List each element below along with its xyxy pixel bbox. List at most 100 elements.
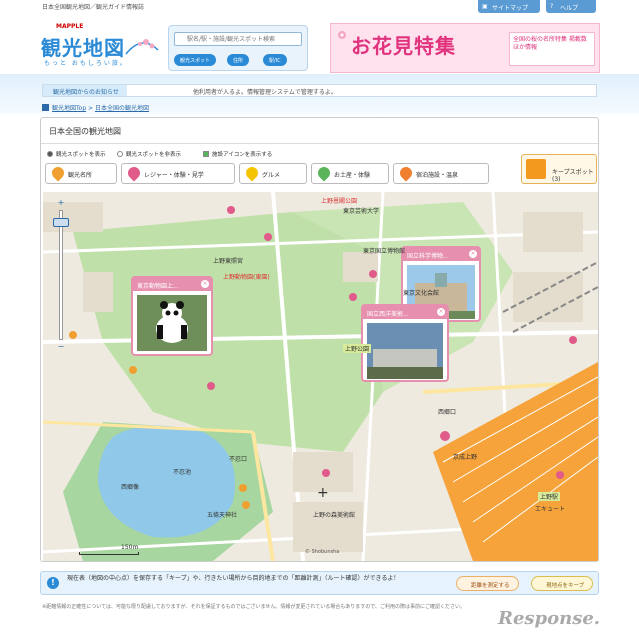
- map-view[interactable]: + − 東京動物園上... × 国立科学博物... × 国立西洋美術... × …: [43, 192, 598, 561]
- category-tab[interactable]: グルメ: [239, 163, 307, 184]
- radio-icon: [47, 151, 53, 157]
- sitemap-icon: ▣: [482, 3, 488, 10]
- map-label: 西郷像: [121, 484, 140, 491]
- checkbox-icon: [203, 151, 209, 157]
- option-hide-spots[interactable]: 観光スポットを非表示: [117, 150, 181, 158]
- zoom-in-icon[interactable]: +: [55, 198, 67, 208]
- zoom-out-icon[interactable]: −: [55, 342, 67, 352]
- map-pin-icon[interactable]: [207, 382, 215, 390]
- measure-distance-button[interactable]: 距離を測定する: [456, 576, 519, 591]
- tip-bar: ! 現在表（地図の中心点）を保存する「キープ」や、行きたい場所から目的地までの「…: [40, 571, 599, 595]
- map-center-crosshair-icon: +: [317, 485, 329, 501]
- map-pin-icon[interactable]: [349, 293, 357, 301]
- close-icon[interactable]: ×: [469, 250, 477, 258]
- map-pin-icon[interactable]: [264, 233, 272, 241]
- category-tab[interactable]: レジャー・体験・見学: [121, 163, 235, 184]
- map-pin-icon[interactable]: [556, 471, 564, 479]
- map-label: 上野東照宮: [213, 258, 244, 265]
- breadcrumb: 観光地図Top > 日本全国の観光地図: [42, 103, 149, 112]
- search-spot-button[interactable]: 観光スポット: [174, 54, 217, 66]
- search-input[interactable]: [174, 32, 302, 46]
- site-description: 日本全国観光地図／観光ガイド情報誌: [42, 4, 145, 11]
- map-pin-icon[interactable]: [569, 336, 577, 344]
- watermark: Response.: [498, 608, 601, 629]
- map-copyright: © Shobunsha: [305, 549, 340, 555]
- home-icon: [42, 104, 49, 111]
- header: MAPPLE 観光地図 もっと おもしろい旅。 ⌕ 観光スポット 住所 駅/IC…: [0, 14, 639, 74]
- help-button[interactable]: ? ヘルプ: [546, 0, 596, 13]
- map-pin-icon[interactable]: [69, 331, 77, 339]
- map-label: 東京国立博物館: [363, 248, 406, 255]
- map-label: エキュート: [535, 506, 566, 513]
- notice-label: 観光地図からのお知らせ: [43, 85, 127, 96]
- map-pin-icon[interactable]: [129, 366, 137, 374]
- map-label: 西郷口: [438, 409, 457, 416]
- map-label: 不忍口: [229, 456, 248, 463]
- spot-popup-zoo[interactable]: 東京動物園上... ×: [131, 276, 213, 356]
- category-tab[interactable]: お土産・体験: [311, 163, 389, 184]
- help-icon: ?: [550, 3, 554, 10]
- zoom-slider[interactable]: + −: [53, 198, 69, 352]
- map-label: 上野の森美術館: [313, 512, 356, 519]
- option-show-facility-icons[interactable]: 施設アイコンを表示する: [203, 150, 272, 158]
- keep-spots-label: キープスポット(3): [552, 169, 594, 183]
- option-show-spots[interactable]: 観光スポットを表示: [47, 150, 106, 158]
- map-pin-icon[interactable]: [239, 484, 247, 492]
- category-tab[interactable]: 観光名所: [45, 163, 117, 184]
- top-bar: 日本全国観光地図／観光ガイド情報誌 ▣ サイトマップ ? ヘルプ: [0, 0, 639, 14]
- radio-icon: [117, 151, 123, 157]
- keep-location-button[interactable]: 現地点をキープ: [531, 576, 594, 591]
- map-pin-icon[interactable]: [242, 501, 250, 509]
- category-pin-icon: [125, 164, 143, 182]
- breadcrumb-current[interactable]: 日本全国の観光地図: [95, 105, 149, 112]
- info-icon: !: [47, 577, 59, 589]
- map-label: 上野恩賜公園: [321, 198, 358, 205]
- map-pin-icon[interactable]: [440, 431, 450, 441]
- map-label: 京成上野: [453, 454, 478, 461]
- site-logo[interactable]: 観光地図: [41, 32, 125, 61]
- category-pin-icon: [49, 164, 67, 182]
- sitemap-button[interactable]: ▣ サイトマップ: [478, 0, 540, 13]
- map-label: 五條天神社: [207, 512, 238, 519]
- map-label: 東京芸術大学: [343, 208, 380, 215]
- close-icon[interactable]: ×: [201, 280, 209, 288]
- map-label: 不忍池: [173, 469, 192, 476]
- tip-text: 現在表（地図の中心点）を保存する「キープ」や、行きたい場所から目的地までの「距離…: [67, 575, 400, 582]
- spot-popup-western-art[interactable]: 国立西洋美術... ×: [361, 304, 449, 382]
- panda-photo: [137, 295, 207, 351]
- category-tabs: 観光名所 レジャー・体験・見学 グルメ お土産・体験 宿泊施設・温泉: [43, 163, 598, 184]
- keep-spots-button[interactable]: キープスポット(3): [521, 154, 597, 184]
- close-icon[interactable]: ×: [437, 308, 445, 316]
- map-canvas[interactable]: [43, 192, 598, 561]
- map-pin-icon[interactable]: [322, 469, 330, 477]
- notice-bar: 観光地図からのお知らせ 他利用者が入るよ。情報管理システムで管理するよ。: [42, 84, 597, 97]
- breadcrumb-link-top[interactable]: 観光地図Top: [52, 105, 86, 112]
- category-pin-icon: [243, 164, 261, 182]
- popup-title: 国立西洋美術...: [363, 306, 447, 319]
- zoom-track[interactable]: [59, 210, 63, 340]
- map-label: 東京文化会館: [403, 290, 440, 297]
- map-pin-icon[interactable]: [227, 206, 235, 214]
- scale-bar: [79, 552, 139, 555]
- search-address-button[interactable]: 住所: [227, 54, 250, 66]
- search-station-button[interactable]: 駅/IC: [263, 54, 287, 66]
- site-tagline: もっと おもしろい旅。: [44, 60, 128, 67]
- category-pin-icon: [397, 164, 415, 182]
- category-pin-icon: [315, 164, 333, 182]
- search-box: ⌕ 観光スポット 住所 駅/IC: [168, 25, 308, 71]
- sakura-logo-icon: [125, 39, 159, 55]
- map-scale: 150m: [79, 544, 139, 555]
- popup-title: 国立科学博物...: [403, 248, 479, 261]
- category-tab[interactable]: 宿泊施設・温泉: [393, 163, 489, 184]
- notice-text[interactable]: 他利用者が入るよ。情報管理システムで管理するよ。: [193, 87, 337, 96]
- map-label: 上野駅: [538, 492, 561, 501]
- display-options: 観光スポットを表示 観光スポットを非表示 施設アイコンを表示する: [41, 149, 598, 159]
- zoom-handle[interactable]: [53, 218, 69, 227]
- banner-title: お花見特集: [351, 34, 456, 58]
- banner-side-text: 全国の桜の名所特集 掲載数 ほか情報: [509, 32, 595, 66]
- keep-bag-icon: [526, 159, 546, 179]
- hanami-banner[interactable]: お花見特集 全国の桜の名所特集 掲載数 ほか情報: [330, 23, 600, 73]
- map-pin-icon[interactable]: [369, 270, 377, 278]
- brand-logo[interactable]: MAPPLE: [56, 23, 83, 30]
- art-museum-photo: [367, 323, 443, 379]
